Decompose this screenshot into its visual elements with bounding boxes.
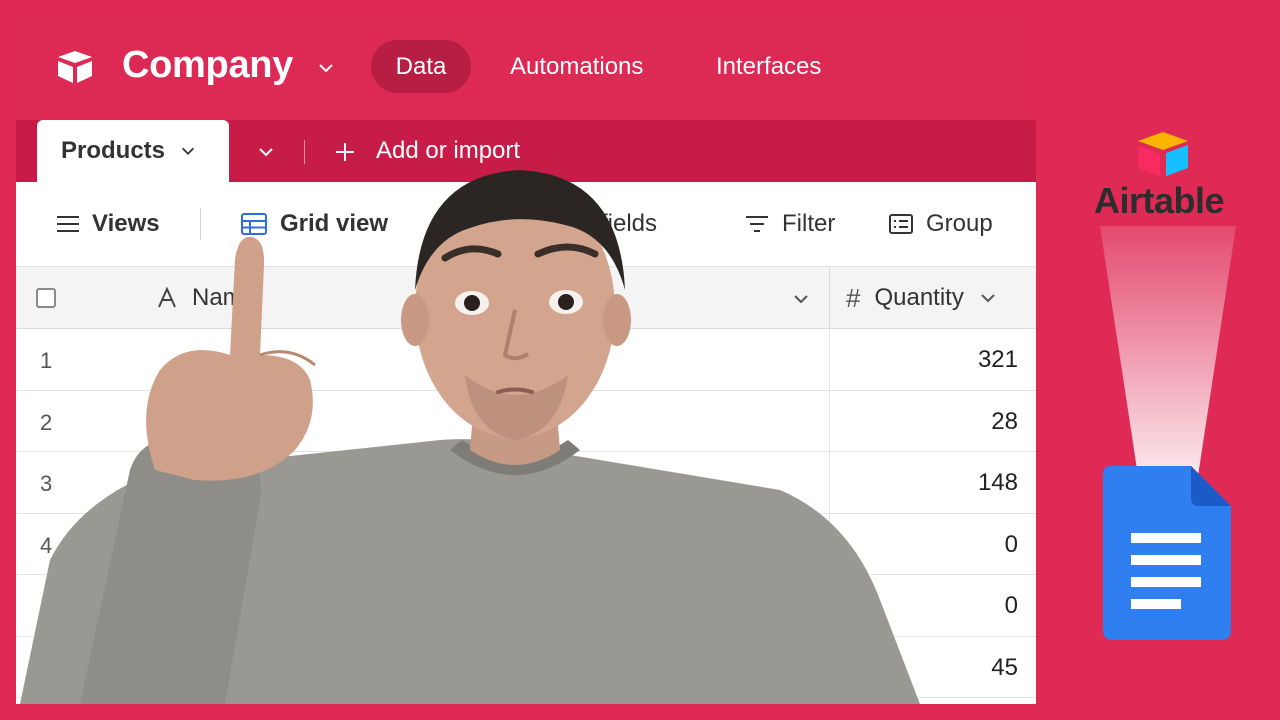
chevron-down-icon[interactable] xyxy=(978,288,998,308)
airtable-wordmark: Airtable xyxy=(1094,180,1225,221)
chevron-down-icon[interactable] xyxy=(316,58,336,78)
group-label: Group xyxy=(926,210,993,237)
top-navigation-bar: Company Data Automations Interfaces xyxy=(16,16,1036,120)
google-docs-icon xyxy=(1103,466,1231,640)
airtable-base-icon[interactable] xyxy=(54,49,96,85)
base-name[interactable]: Company xyxy=(122,44,293,87)
nav-data-tab[interactable]: Data xyxy=(371,40,471,93)
nav-automations-tab[interactable]: Automations xyxy=(510,40,643,93)
airtable-logo xyxy=(1138,132,1188,176)
presenter-overlay xyxy=(20,170,920,704)
nav-interfaces-tab[interactable]: Interfaces xyxy=(716,40,821,93)
light-beam-decoration xyxy=(1100,226,1236,476)
